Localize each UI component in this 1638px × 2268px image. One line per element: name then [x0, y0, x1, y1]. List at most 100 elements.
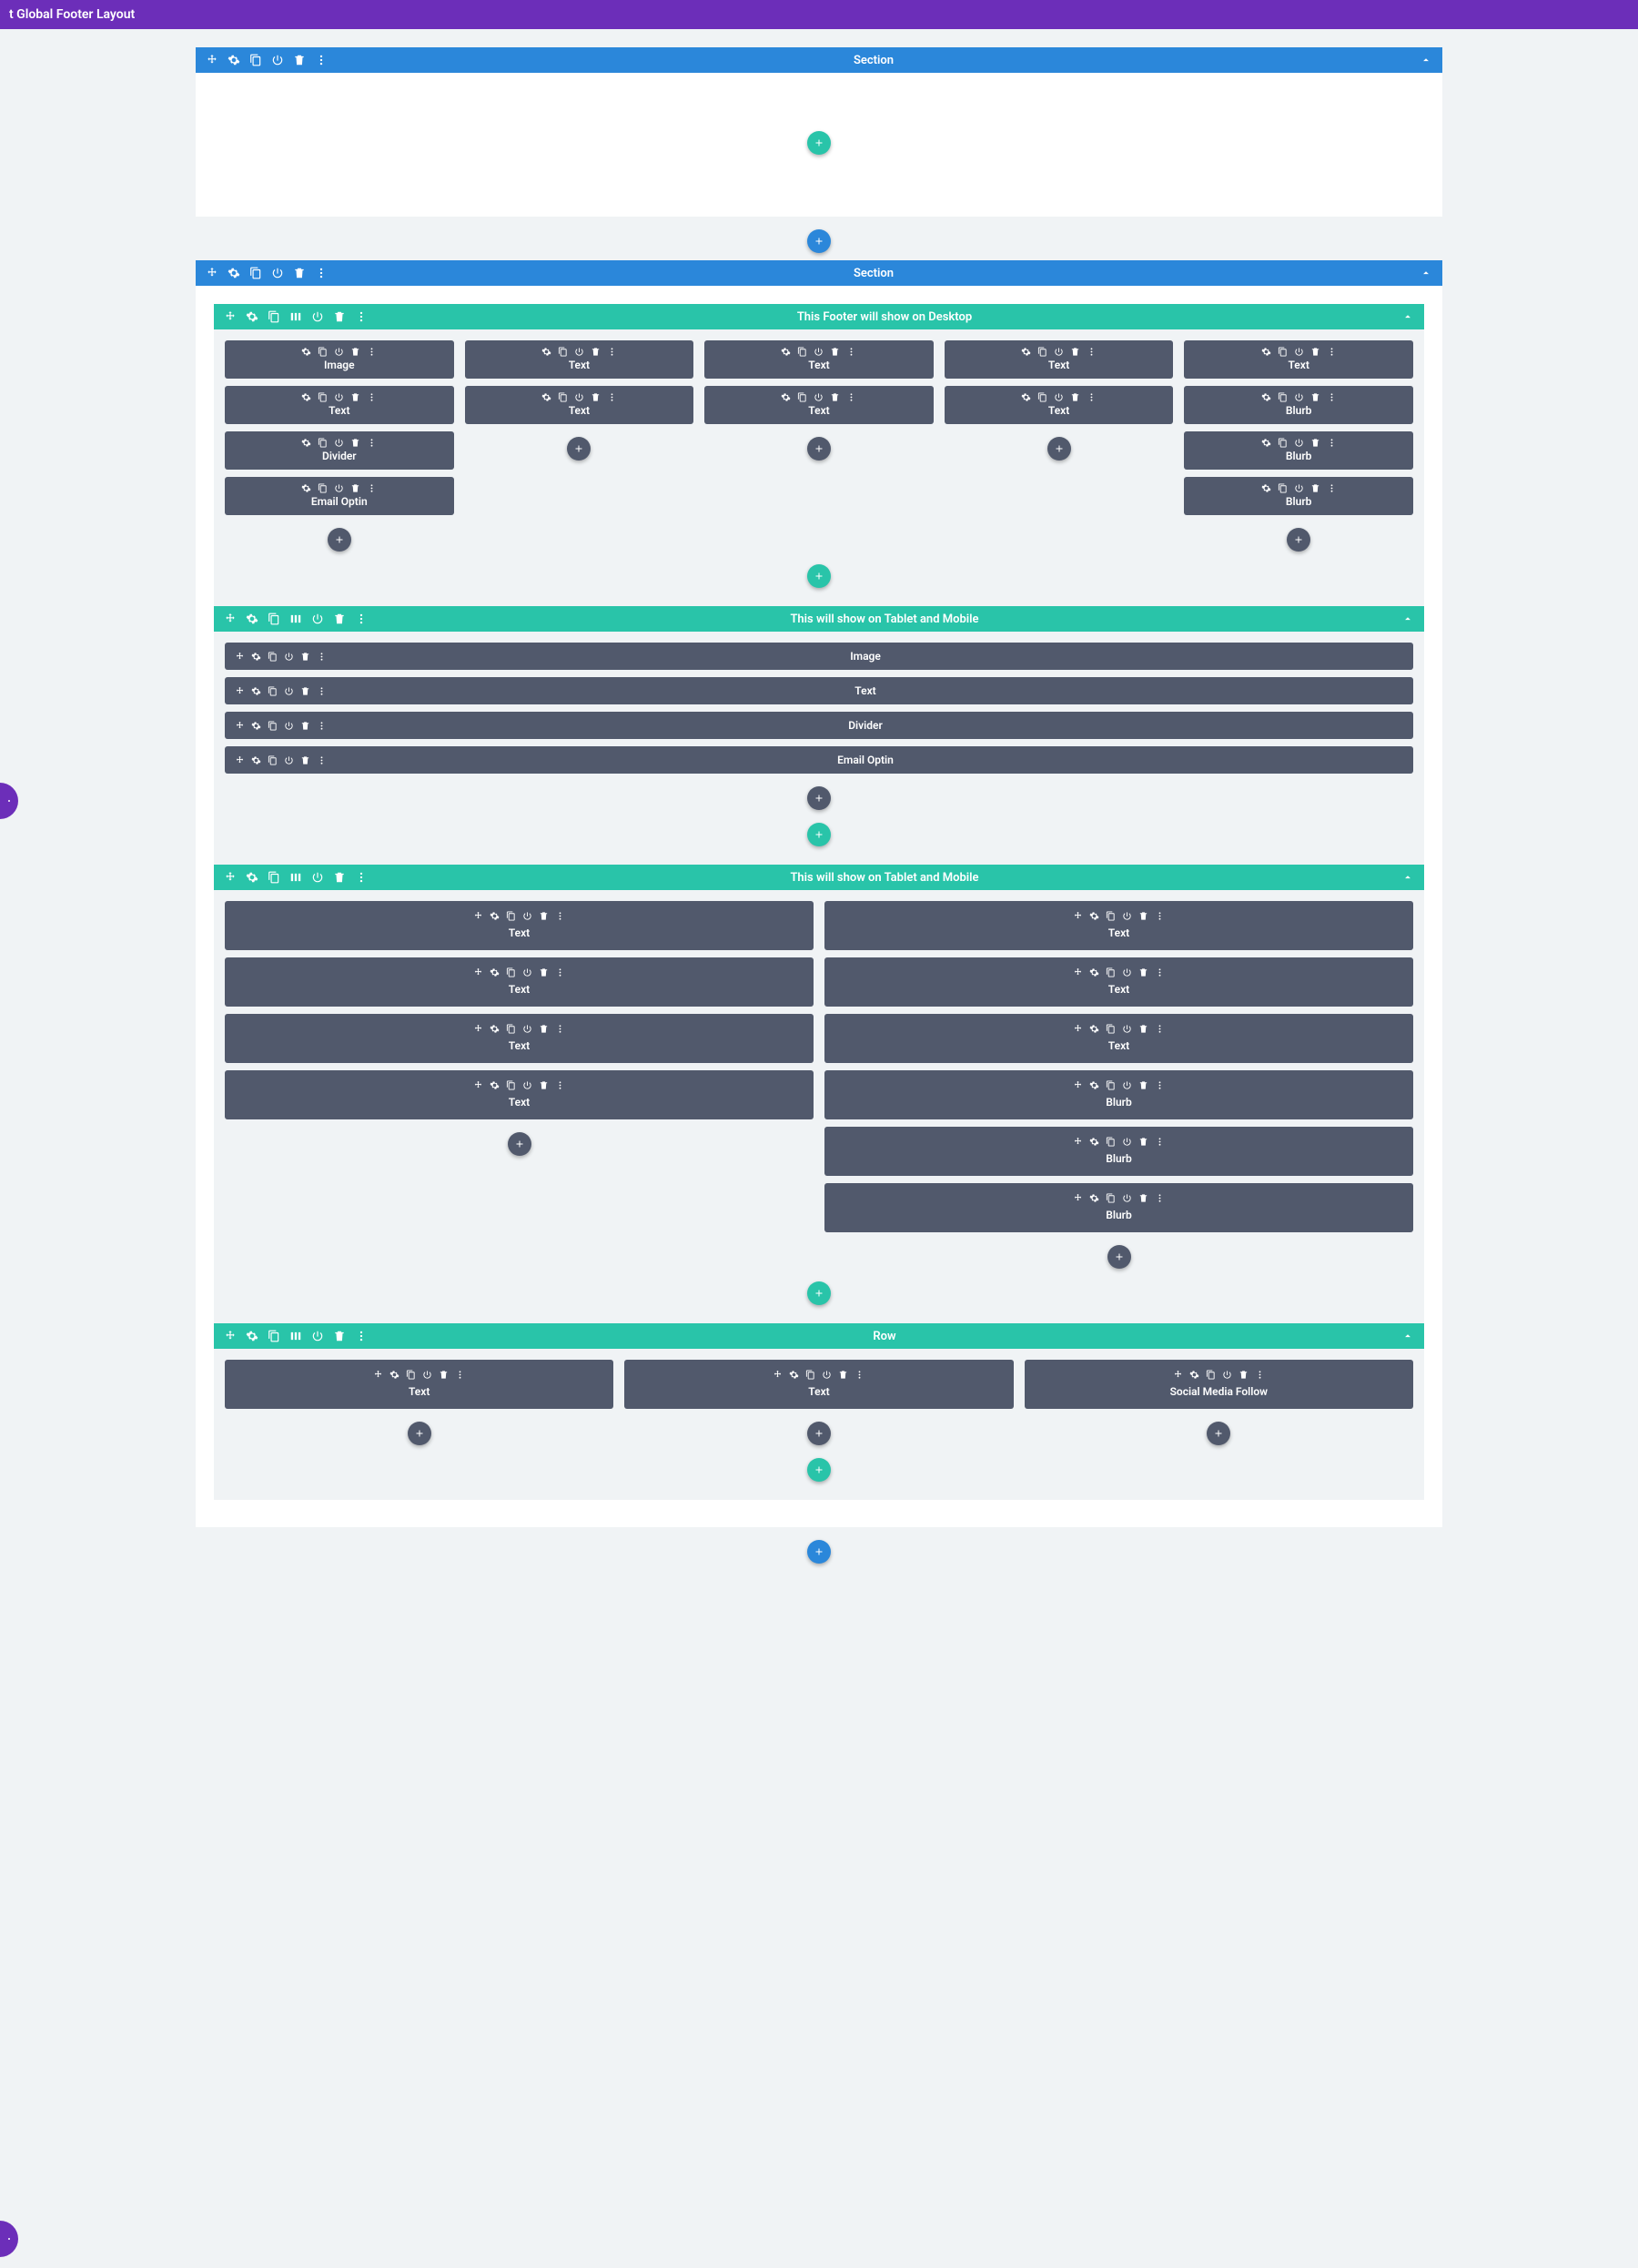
- power-icon[interactable]: [522, 1023, 533, 1034]
- add-module-button[interactable]: [508, 1132, 531, 1156]
- add-module-button[interactable]: [807, 786, 831, 810]
- trash-icon[interactable]: [350, 391, 361, 402]
- power-icon[interactable]: [1054, 346, 1065, 357]
- module-text[interactable]: Text: [225, 901, 814, 950]
- duplicate-icon[interactable]: [248, 266, 263, 280]
- trash-icon[interactable]: [299, 651, 310, 662]
- add-section-button[interactable]: [807, 229, 831, 253]
- gear-icon[interactable]: [245, 612, 259, 626]
- trash-icon[interactable]: [590, 346, 601, 357]
- duplicate-icon[interactable]: [1037, 391, 1048, 402]
- dots-icon[interactable]: [555, 1079, 566, 1090]
- duplicate-icon[interactable]: [506, 1023, 517, 1034]
- duplicate-icon[interactable]: [797, 346, 808, 357]
- dots-icon[interactable]: [1155, 967, 1166, 977]
- move-icon[interactable]: [205, 266, 219, 280]
- trash-icon[interactable]: [350, 346, 361, 357]
- dots-icon[interactable]: [316, 651, 327, 662]
- trash-icon[interactable]: [539, 967, 550, 977]
- dots-icon[interactable]: [1155, 1079, 1166, 1090]
- power-icon[interactable]: [1221, 1369, 1232, 1380]
- chevron-up-icon[interactable]: [1400, 870, 1415, 885]
- dots-icon[interactable]: [354, 309, 369, 324]
- dots-icon[interactable]: [354, 1329, 369, 1343]
- add-row-button[interactable]: [807, 131, 831, 155]
- gear-icon[interactable]: [227, 266, 241, 280]
- module-text[interactable]: Text: [225, 1070, 814, 1119]
- trash-icon[interactable]: [830, 346, 841, 357]
- dots-icon[interactable]: [354, 612, 369, 626]
- add-row-button[interactable]: [807, 823, 831, 846]
- module-divider[interactable]: Divider: [225, 431, 454, 470]
- dots-icon[interactable]: [1254, 1369, 1265, 1380]
- gear-icon[interactable]: [301, 391, 312, 402]
- move-icon[interactable]: [223, 870, 238, 885]
- module-text[interactable]: Text: [225, 677, 1413, 704]
- duplicate-icon[interactable]: [318, 346, 329, 357]
- dots-icon[interactable]: [555, 910, 566, 921]
- module-email-optin[interactable]: Email Optin: [225, 477, 454, 515]
- add-module-button[interactable]: [807, 437, 831, 461]
- dots-icon[interactable]: [1155, 1023, 1166, 1034]
- add-module-button[interactable]: [1287, 528, 1310, 552]
- trash-icon[interactable]: [830, 391, 841, 402]
- module-text[interactable]: Text: [704, 386, 934, 424]
- module-blurb[interactable]: Blurb: [824, 1183, 1413, 1232]
- dots-icon[interactable]: [316, 720, 327, 731]
- move-icon[interactable]: [1172, 1369, 1183, 1380]
- section-header[interactable]: Section: [196, 260, 1442, 286]
- trash-icon[interactable]: [1138, 1192, 1149, 1203]
- dots-icon[interactable]: [1155, 1192, 1166, 1203]
- duplicate-icon[interactable]: [1037, 346, 1048, 357]
- power-icon[interactable]: [1293, 437, 1304, 448]
- gear-icon[interactable]: [1260, 437, 1271, 448]
- module-image[interactable]: Image: [225, 643, 1413, 670]
- dots-icon[interactable]: [367, 391, 378, 402]
- duplicate-icon[interactable]: [318, 482, 329, 493]
- power-icon[interactable]: [522, 910, 533, 921]
- move-icon[interactable]: [473, 1079, 484, 1090]
- gear-icon[interactable]: [227, 53, 241, 67]
- power-icon[interactable]: [270, 266, 285, 280]
- gear-icon[interactable]: [301, 482, 312, 493]
- duplicate-icon[interactable]: [1106, 1079, 1117, 1090]
- add-module-button[interactable]: [1207, 1422, 1230, 1445]
- row-header[interactable]: This Footer will show on Desktop: [214, 304, 1424, 329]
- trash-icon[interactable]: [350, 482, 361, 493]
- trash-icon[interactable]: [1309, 391, 1320, 402]
- gear-icon[interactable]: [789, 1369, 800, 1380]
- duplicate-icon[interactable]: [1106, 1136, 1117, 1147]
- gear-icon[interactable]: [490, 967, 500, 977]
- gear-icon[interactable]: [781, 391, 792, 402]
- power-icon[interactable]: [334, 482, 345, 493]
- dots-icon[interactable]: [455, 1369, 466, 1380]
- move-icon[interactable]: [234, 720, 245, 731]
- move-icon[interactable]: [234, 685, 245, 696]
- module-text[interactable]: Text: [225, 1014, 814, 1063]
- chevron-up-icon[interactable]: [1400, 309, 1415, 324]
- gear-icon[interactable]: [245, 309, 259, 324]
- chevron-up-icon[interactable]: [1419, 266, 1433, 280]
- trash-icon[interactable]: [1070, 391, 1081, 402]
- gear-icon[interactable]: [250, 651, 261, 662]
- trash-icon[interactable]: [539, 910, 550, 921]
- trash-icon[interactable]: [292, 53, 307, 67]
- chevron-up-icon[interactable]: [1400, 1329, 1415, 1343]
- gear-icon[interactable]: [781, 346, 792, 357]
- module-text[interactable]: Text: [465, 386, 694, 424]
- move-icon[interactable]: [1073, 1136, 1084, 1147]
- duplicate-icon[interactable]: [506, 967, 517, 977]
- gear-icon[interactable]: [389, 1369, 400, 1380]
- add-section-button[interactable]: [807, 1540, 831, 1564]
- trash-icon[interactable]: [439, 1369, 450, 1380]
- trash-icon[interactable]: [1309, 437, 1320, 448]
- gear-icon[interactable]: [301, 437, 312, 448]
- module-image[interactable]: Image: [225, 340, 454, 379]
- duplicate-icon[interactable]: [557, 346, 568, 357]
- duplicate-icon[interactable]: [797, 391, 808, 402]
- module-text[interactable]: Text: [704, 340, 934, 379]
- power-icon[interactable]: [310, 1329, 325, 1343]
- move-icon[interactable]: [473, 910, 484, 921]
- section-header[interactable]: Section: [196, 47, 1442, 73]
- power-icon[interactable]: [1122, 910, 1133, 921]
